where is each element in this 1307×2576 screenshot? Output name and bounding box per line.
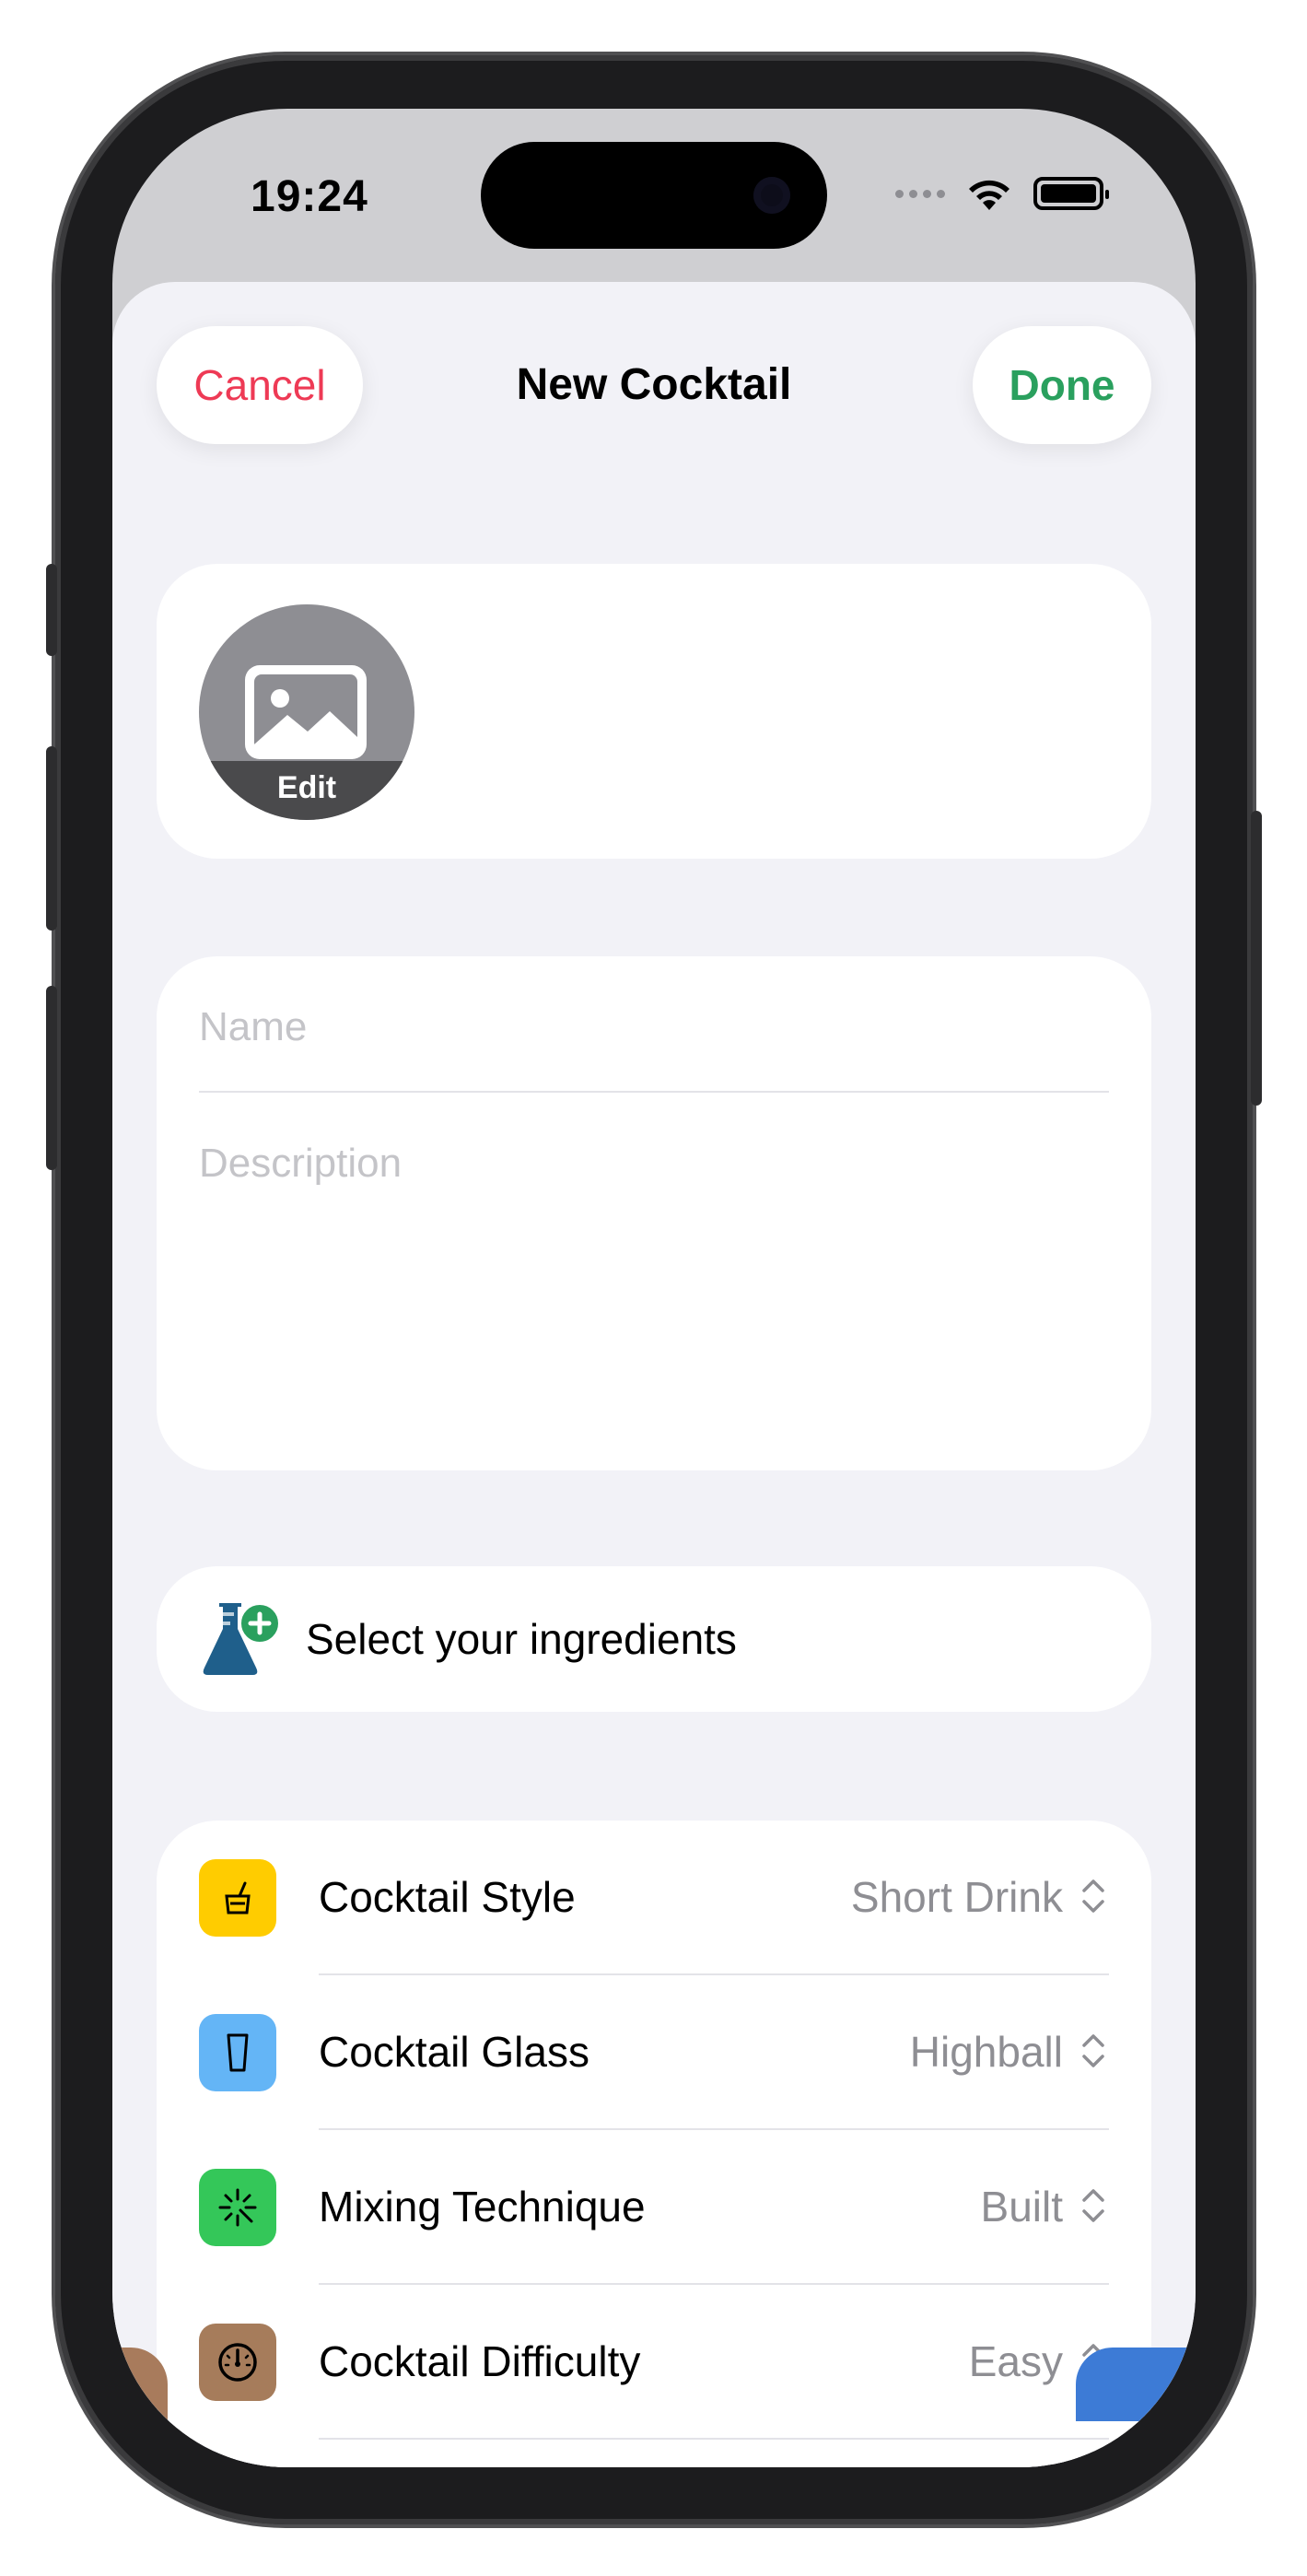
battery-icon — [1033, 177, 1109, 210]
option-label: Cocktail Style — [319, 1873, 576, 1921]
done-button[interactable]: Done — [973, 326, 1151, 444]
status-time: 19:24 — [251, 172, 368, 221]
short-drink-icon — [199, 1859, 276, 1937]
option-value: Easy — [968, 2337, 1063, 2385]
status-icons — [895, 175, 1109, 212]
name-input[interactable]: Name — [199, 1004, 307, 1050]
photo-placeholder-icon — [245, 665, 367, 759]
photo-picker[interactable]: Edit — [199, 604, 414, 820]
option-row-mixing-technique[interactable]: Mixing Technique Built — [157, 2130, 1151, 2285]
option-label: Cocktail Glass — [319, 2028, 589, 2076]
status-bar: 19:24 — [112, 109, 1196, 275]
photo-card: Edit — [157, 564, 1151, 859]
option-label: Cocktail Difficulty — [319, 2337, 641, 2385]
wifi-icon — [969, 180, 1009, 210]
option-value: Built — [980, 2183, 1063, 2231]
edit-photo-label[interactable]: Edit — [199, 761, 414, 820]
signal-icon — [895, 189, 945, 198]
highball-glass-icon — [199, 2014, 276, 2091]
camera-icon — [753, 177, 790, 214]
volume-up-button — [46, 746, 57, 931]
action-button — [46, 564, 57, 656]
option-row-cocktail-glass[interactable]: Cocktail Glass Highball — [157, 1975, 1151, 2130]
option-label: Mixing Technique — [319, 2183, 646, 2231]
row-divider — [319, 2438, 1109, 2440]
chevron-up-down-icon — [1082, 1879, 1104, 1913]
chevron-up-down-icon — [1082, 2189, 1104, 2222]
description-input[interactable]: Description — [199, 1141, 402, 1187]
option-value: Short Drink — [850, 1873, 1063, 1921]
options-card: Cocktail Style Short Drink Cocktail Glas… — [157, 1821, 1151, 2467]
ingredients-label: Select your ingredients — [306, 1615, 737, 1663]
volume-down-button — [46, 986, 57, 1170]
select-ingredients-button[interactable]: Select your ingredients — [157, 1566, 1151, 1712]
option-row-cocktail-style[interactable]: Cocktail Style Short Drink — [157, 1821, 1151, 1975]
sparkle-icon — [199, 2169, 276, 2246]
gauge-icon — [199, 2324, 276, 2401]
chevron-up-down-icon — [1082, 2034, 1104, 2067]
background-peek — [1076, 2348, 1196, 2421]
new-cocktail-sheet: Cancel New Cocktail Done Edit Name Descr… — [112, 282, 1196, 2467]
option-value: Highball — [909, 2028, 1063, 2076]
dynamic-island — [481, 142, 827, 249]
power-button — [1251, 811, 1262, 1106]
field-divider — [199, 1091, 1109, 1093]
navigation-bar: Cancel New Cocktail Done — [112, 282, 1196, 466]
screen: 19:24 Cancel New Cocktail Done Edit Name… — [112, 109, 1196, 2467]
option-row-cocktail-difficulty[interactable]: Cocktail Difficulty Easy — [157, 2285, 1151, 2440]
flask-add-icon — [203, 1601, 282, 1675]
name-description-card: Name Description — [157, 956, 1151, 1470]
